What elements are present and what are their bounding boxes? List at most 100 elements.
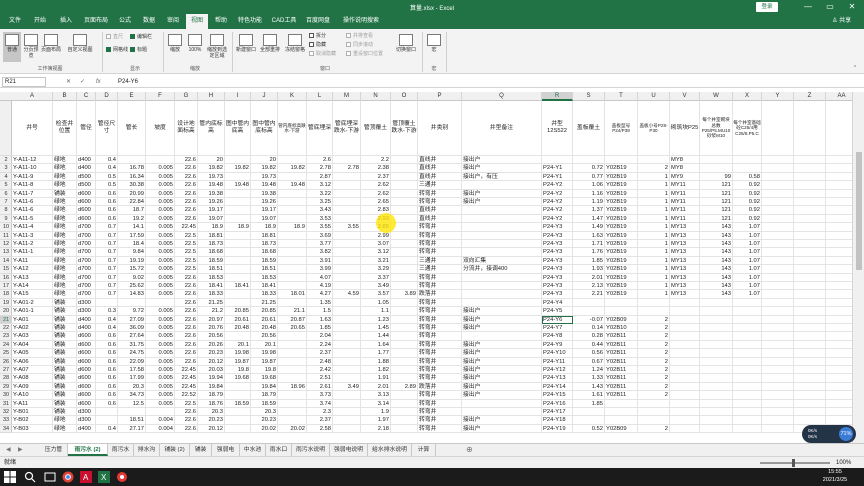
menu-tab-2[interactable]: 插入 [54,14,78,29]
cell-K34[interactable]: 20.02 [278,424,307,434]
header-cell-O[interactable]: 管顶覆土跌水-下游 [391,101,418,156]
cell-G3[interactable]: 22.6 [175,164,198,173]
cell-W6[interactable]: 121 [700,189,733,198]
cell-T4[interactable]: Y02B19 [605,172,638,182]
cell-R31[interactable]: P24-Y16 [542,399,573,408]
cell-N12[interactable]: 3.07 [361,240,391,249]
cell-R14[interactable]: P24-Y3 [542,256,573,266]
cell-L9[interactable]: 3.53 [307,214,333,224]
cell-S22[interactable]: 0.14 [573,324,605,333]
cell-M9[interactable] [333,214,361,224]
cell-E13[interactable]: 9.84 [118,248,146,257]
cell-J2[interactable]: 20 [251,156,278,165]
cell-Q6[interactable]: 接出户 [462,189,542,198]
cell-G9[interactable]: 22.6 [175,214,198,224]
cell-A14[interactable]: Y-A11 [12,256,53,266]
cell-J13[interactable]: 18.68 [251,248,278,257]
cell-U15[interactable]: 1 [638,265,670,274]
cell-G17[interactable]: 22.6 [175,282,198,291]
cell-L10[interactable]: 3.55 [307,223,333,232]
sheet-tab-2[interactable]: 雨污水 [108,444,134,456]
cell-B13[interactable]: 绿地 [53,248,77,257]
cell-P11[interactable]: 转弯井 [418,231,462,240]
cell-H6[interactable]: 19.38 [198,189,225,198]
cell-T9[interactable]: Y02B19 [605,214,638,224]
cell-Y6[interactable] [762,189,794,198]
cell-C34[interactable]: d400 [77,424,96,434]
cell-O3[interactable] [391,164,418,173]
cell-AA3[interactable] [826,164,852,173]
cell-K15[interactable] [278,265,307,274]
header-cell-N[interactable]: 管顶覆土 [361,101,391,156]
cell-F2[interactable] [146,156,175,165]
cell-B6[interactable]: 铺装 [53,189,77,198]
cell-I33[interactable] [225,416,251,425]
cell-M22[interactable] [333,324,361,333]
cell-T10[interactable]: Y02B19 [605,223,638,232]
cell-V11[interactable]: MY13 [670,231,700,240]
cell-Z20[interactable] [794,307,826,316]
cell-X29[interactable] [733,382,762,392]
cell-R27[interactable]: P24-Y12 [542,366,573,375]
cell-C22[interactable]: d400 [77,324,96,333]
cell-B7[interactable]: 绿地 [53,198,77,207]
cell-Q13[interactable] [462,248,542,257]
cell-I8[interactable] [225,206,251,215]
cell-L3[interactable]: 2.78 [307,164,333,173]
cell-I13[interactable] [225,248,251,257]
gridlines-checkbox[interactable]: 网格线 [106,47,128,54]
cell-AA21[interactable] [826,316,852,324]
cell-S12[interactable]: 1.71 [573,240,605,249]
cell-E33[interactable]: 18.51 [118,416,146,425]
cell-Y19[interactable] [762,298,794,308]
cell-AA4[interactable] [826,173,852,182]
cell-M3[interactable]: 2.78 [333,164,361,173]
cell-B11[interactable]: 绿地 [53,231,77,240]
cell-A30[interactable]: Y-A10 [12,391,53,400]
row-header-15[interactable]: 15 [0,265,12,274]
cell-O22[interactable] [391,324,418,333]
cell-AA10[interactable] [826,223,852,232]
cell-W5[interactable]: 121 [700,181,733,190]
cell-X14[interactable]: 1.07 [733,256,762,266]
cell-F17[interactable]: 0.005 [146,282,175,291]
cell-H32[interactable]: 20.3 [198,408,225,417]
cell-N5[interactable]: 2.62 [361,181,391,190]
cell-Q32[interactable] [462,408,542,417]
cell-L26[interactable]: 2.48 [307,357,333,366]
cell-Y27[interactable] [762,366,794,375]
cell-Z32[interactable] [794,408,826,417]
zoom-to-selection-button[interactable]: 缩放到选定区域 [206,32,228,62]
cell-H10[interactable]: 18.9 [198,223,225,232]
cell-I7[interactable] [225,198,251,207]
column-header-J[interactable]: J [251,92,278,101]
cell-F8[interactable]: 0.005 [146,206,175,215]
cell-P29[interactable]: 跌落井 [418,382,462,392]
cell-Z8[interactable] [794,206,826,215]
cell-V2[interactable]: MY8 [670,156,700,165]
cell-K19[interactable] [278,298,307,308]
cell-O25[interactable] [391,349,418,358]
cell-T26[interactable]: Y02B11 [605,357,638,366]
cell-Q5[interactable] [462,181,542,190]
cell-G8[interactable]: 22.6 [175,206,198,215]
cell-Y34[interactable] [762,424,794,434]
cell-T28[interactable]: Y02B11 [605,374,638,383]
cell-Z26[interactable] [794,357,826,366]
cell-F27[interactable]: 0.005 [146,366,175,375]
cell-R8[interactable]: P24-Y2 [542,206,573,215]
cell-R7[interactable]: P24-Y2 [542,198,573,207]
menu-tab-8[interactable]: 帮助 [210,14,232,29]
cell-X8[interactable]: 0.92 [733,206,762,215]
cell-J16[interactable]: 18.53 [251,273,278,282]
row-header-1[interactable] [0,101,12,156]
cell-F9[interactable]: 0.005 [146,214,175,224]
cell-R21[interactable]: P24-Y6 [542,315,573,324]
cell-K2[interactable] [278,156,307,165]
cell-R22[interactable]: P24-Y7 [542,324,573,333]
cell-U8[interactable]: 1 [638,206,670,215]
cell-X5[interactable]: 0.92 [733,181,762,190]
row-header-10[interactable]: 10 [0,223,12,232]
cell-N24[interactable]: 1.64 [361,340,391,350]
cell-E30[interactable]: 34.73 [118,391,146,400]
